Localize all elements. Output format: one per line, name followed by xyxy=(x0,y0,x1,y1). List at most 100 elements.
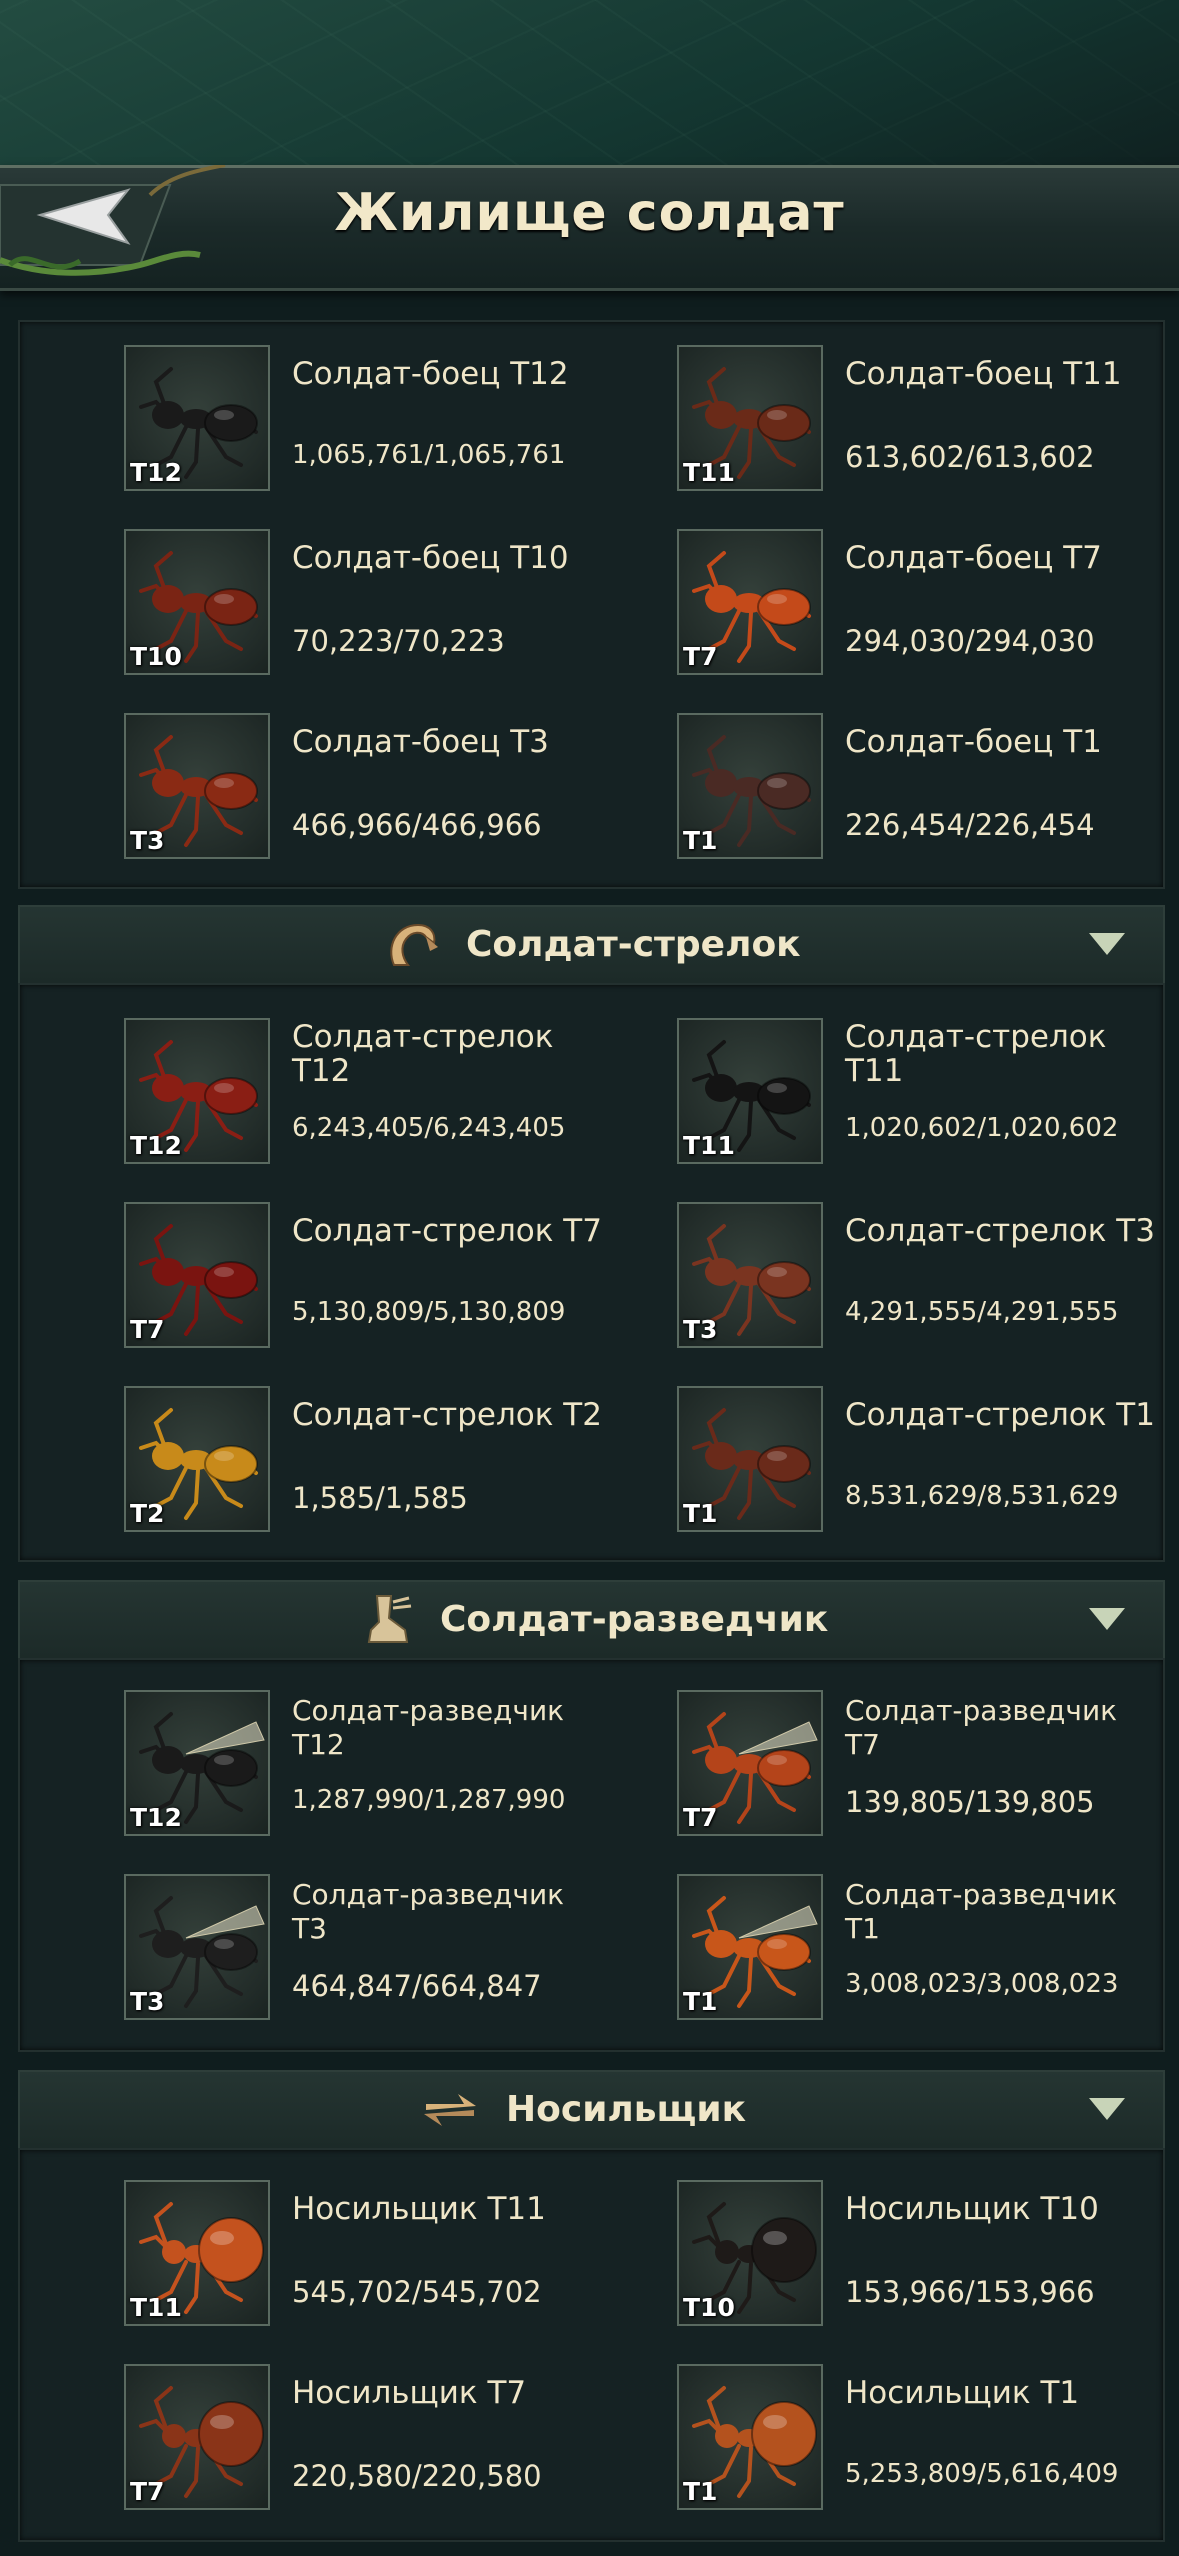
unit-count: 220,580/220,580 xyxy=(292,2459,542,2493)
unit-portrait[interactable]: T3 xyxy=(124,1874,270,2020)
unit-portrait[interactable]: T3 xyxy=(677,1202,823,1348)
unit-name: Солдат-стрелок T2 xyxy=(292,1397,602,1433)
unit-portrait[interactable]: T11 xyxy=(677,345,823,491)
page-title: Жилище солдат xyxy=(334,183,845,243)
unit-portrait[interactable]: T7 xyxy=(677,529,823,675)
chevron-down-icon[interactable] xyxy=(1089,933,1125,955)
unit-name: Солдат-боец T10 xyxy=(292,540,569,576)
unit-count: 139,805/139,805 xyxy=(845,1785,1095,1819)
tier-badge: T11 xyxy=(683,1131,735,1160)
unit-name: Солдат-разведчик T12 xyxy=(292,1694,565,1761)
unit-portrait[interactable]: T3 xyxy=(124,713,270,859)
section-header-scout[interactable]: Солдат-разведчик xyxy=(18,1580,1165,1660)
scout-boot-icon xyxy=(367,1595,412,1643)
tier-badge: T10 xyxy=(130,642,182,671)
unit-card[interactable]: T11 Солдат-боец T11 613,602/613,602 xyxy=(677,345,1179,495)
section-title-archer: Солдат-стрелок xyxy=(466,924,801,965)
unit-portrait[interactable]: T10 xyxy=(677,2180,823,2326)
unit-count: 464,847/664,847 xyxy=(292,1969,542,2003)
unit-name: Солдат-стрелок T7 xyxy=(292,1213,602,1249)
unit-card[interactable]: T7 Солдат-боец T7 294,030/294,030 xyxy=(677,529,1179,679)
tier-badge: T12 xyxy=(130,1131,182,1160)
unit-name: Носильщик T1 xyxy=(845,2375,1080,2411)
unit-portrait[interactable]: T10 xyxy=(124,529,270,675)
unit-portrait[interactable]: T7 xyxy=(124,2364,270,2510)
unit-card[interactable]: T3 Солдат-боец T3 466,966/466,966 xyxy=(124,713,664,863)
tier-badge: T10 xyxy=(683,2293,735,2322)
unit-count: 294,030/294,030 xyxy=(845,624,1095,658)
unit-card[interactable]: T1 Солдат-боец T1 226,454/226,454 xyxy=(677,713,1179,863)
unit-card[interactable]: T1 Солдат-стрелок T1 8,531,629/8,531,629 xyxy=(677,1386,1179,1536)
unit-portrait[interactable]: T1 xyxy=(677,1874,823,2020)
chevron-down-icon[interactable] xyxy=(1089,2098,1125,2120)
unit-card[interactable]: T10 Солдат-боец T10 70,223/70,223 xyxy=(124,529,664,679)
top-background xyxy=(0,0,1179,170)
unit-card[interactable]: T12 Солдат-разведчик T12 1,287,990/1,287,9… xyxy=(124,1690,664,1840)
unit-card[interactable]: T7 Солдат-разведчик T7 139,805/139,805 xyxy=(677,1690,1179,1840)
section-title-carrier: Носильщик xyxy=(506,2089,747,2130)
unit-count: 1,585/1,585 xyxy=(292,1481,468,1515)
unit-card[interactable]: T11 Солдат-стрелок T11 1,020,602/1,020,602 xyxy=(677,1018,1179,1168)
unit-portrait[interactable]: T1 xyxy=(677,2364,823,2510)
unit-count: 6,243,405/6,243,405 xyxy=(292,1113,566,1143)
unit-card[interactable]: T2 Солдат-стрелок T2 1,585/1,585 xyxy=(124,1386,664,1536)
unit-name: Солдат-боец T1 xyxy=(845,724,1102,760)
unit-name: Носильщик T11 xyxy=(292,2191,546,2227)
unit-card[interactable]: T1 Солдат-разведчик T1 3,008,023/3,008,023 xyxy=(677,1874,1179,2024)
tier-badge: T11 xyxy=(130,2293,182,2322)
unit-count: 153,966/153,966 xyxy=(845,2275,1095,2309)
unit-portrait[interactable]: T11 xyxy=(124,2180,270,2326)
unit-card[interactable]: T12 Солдат-боец T12 1,065,761/1,065,761 xyxy=(124,345,664,495)
unit-name: Солдат-стрелок T3 xyxy=(845,1213,1155,1249)
unit-card[interactable]: T3 Солдат-стрелок T3 4,291,555/4,291,555 xyxy=(677,1202,1179,1352)
tier-badge: T2 xyxy=(130,1499,165,1528)
unit-portrait[interactable]: T11 xyxy=(677,1018,823,1164)
unit-card[interactable]: T7 Носильщик T7 220,580/220,580 xyxy=(124,2364,664,2514)
unit-count: 8,531,629/8,531,629 xyxy=(845,1481,1119,1511)
tier-badge: T12 xyxy=(130,1803,182,1832)
tier-badge: T3 xyxy=(683,1315,718,1344)
tier-badge: T11 xyxy=(683,458,735,487)
unit-portrait[interactable]: T7 xyxy=(124,1202,270,1348)
unit-card[interactable]: T12 Солдат-стрелок T12 6,243,405/6,243,405 xyxy=(124,1018,664,1168)
unit-portrait[interactable]: T12 xyxy=(124,1018,270,1164)
unit-count: 3,008,023/3,008,023 xyxy=(845,1969,1119,1999)
unit-name: Солдат-разведчик T3 xyxy=(292,1878,565,1945)
unit-portrait[interactable]: T7 xyxy=(677,1690,823,1836)
unit-count: 466,966/466,966 xyxy=(292,808,542,842)
unit-portrait[interactable]: T2 xyxy=(124,1386,270,1532)
archer-claw-icon xyxy=(390,923,438,966)
tier-badge: T1 xyxy=(683,1987,718,2016)
unit-name: Солдат-стрелок T12 xyxy=(292,1019,554,1089)
section-title-scout: Солдат-разведчик xyxy=(440,1599,829,1640)
tier-badge: T7 xyxy=(683,1803,718,1832)
tier-badge: T12 xyxy=(130,458,182,487)
section-header-archer[interactable]: Солдат-стрелок xyxy=(18,905,1165,985)
unit-name: Солдат-разведчик T7 xyxy=(845,1694,1118,1761)
unit-card[interactable]: T7 Солдат-стрелок T7 5,130,809/5,130,809 xyxy=(124,1202,664,1352)
chevron-down-icon[interactable] xyxy=(1089,1608,1125,1630)
unit-card[interactable]: T11 Носильщик T11 545,702/545,702 xyxy=(124,2180,664,2330)
unit-count: 1,065,761/1,065,761 xyxy=(292,440,566,470)
unit-name: Солдат-стрелок T1 xyxy=(845,1397,1155,1433)
unit-card[interactable]: T3 Солдат-разведчик T3 464,847/664,847 xyxy=(124,1874,664,2024)
unit-portrait[interactable]: T1 xyxy=(677,1386,823,1532)
unit-portrait[interactable]: T1 xyxy=(677,713,823,859)
unit-count: 545,702/545,702 xyxy=(292,2275,542,2309)
unit-name: Носильщик T7 xyxy=(292,2375,527,2411)
section-header-carrier[interactable]: Носильщик xyxy=(18,2070,1165,2150)
unit-name: Солдат-разведчик T1 xyxy=(845,1878,1118,1945)
carrier-arrows-icon xyxy=(424,2094,476,2126)
unit-count: 1,020,602/1,020,602 xyxy=(845,1113,1119,1143)
unit-name: Солдат-боец T11 xyxy=(845,356,1122,392)
unit-card[interactable]: T10 Носильщик T10 153,966/153,966 xyxy=(677,2180,1179,2330)
unit-count: 4,291,555/4,291,555 xyxy=(845,1297,1119,1327)
unit-count: 613,602/613,602 xyxy=(845,440,1095,474)
unit-count: 5,130,809/5,130,809 xyxy=(292,1297,566,1327)
unit-portrait[interactable]: T12 xyxy=(124,1690,270,1836)
unit-name: Солдат-боец T7 xyxy=(845,540,1102,576)
unit-name: Солдат-боец T12 xyxy=(292,356,569,392)
unit-card[interactable]: T1 Носильщик T1 5,253,809/5,616,409 xyxy=(677,2364,1179,2514)
tier-badge: T1 xyxy=(683,826,718,855)
unit-portrait[interactable]: T12 xyxy=(124,345,270,491)
